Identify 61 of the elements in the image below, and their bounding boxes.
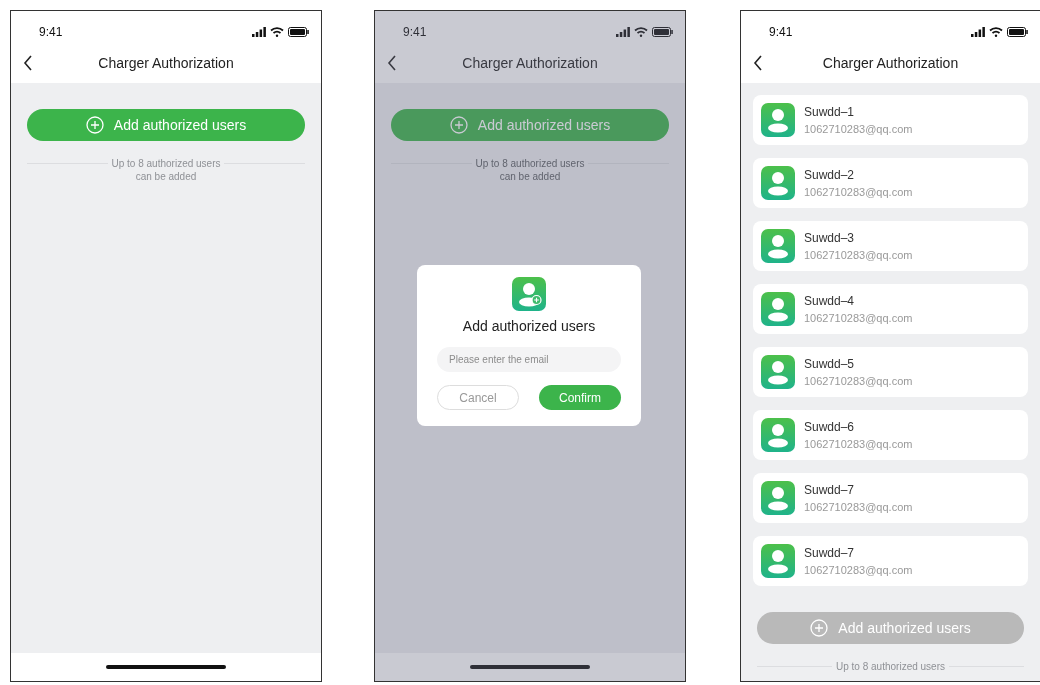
- add-user-icon: [512, 277, 546, 311]
- plus-circle-icon: [810, 619, 829, 637]
- user-email: 1062710283@qq.com: [804, 249, 913, 261]
- user-avatar-icon: [761, 103, 795, 137]
- user-name: Suwdd–7: [804, 546, 856, 560]
- battery-icon: [652, 27, 673, 37]
- user-card[interactable]: Suwdd–2 1062710283@qq.com: [753, 158, 1028, 208]
- back-icon[interactable]: [753, 55, 763, 71]
- battery-icon: [288, 27, 309, 37]
- status-time: 9:41: [403, 25, 427, 39]
- user-card[interactable]: Suwdd–4 1062710283@qq.com: [753, 284, 1028, 334]
- signal-icon: [971, 27, 985, 37]
- user-name: Suwdd–5: [804, 357, 856, 371]
- status-time: 9:41: [769, 25, 793, 39]
- user-avatar-icon: [761, 166, 795, 200]
- user-card[interactable]: Suwdd–6 1062710283@qq.com: [753, 410, 1028, 460]
- battery-icon: [1007, 27, 1028, 37]
- user-avatar-icon: [761, 355, 795, 389]
- wifi-icon: [989, 27, 1003, 37]
- dialog-title: Add authorized users: [462, 318, 596, 334]
- user-email: 1062710283@qq.com: [804, 186, 913, 198]
- hint-text: Up to 8 authorized users: [836, 660, 945, 673]
- user-avatar-icon: [761, 418, 795, 452]
- user-name: Suwdd–2: [804, 168, 856, 182]
- user-name: Suwdd–6: [804, 420, 856, 434]
- user-card[interactable]: Suwdd–7 1062710283@qq.com: [753, 473, 1028, 523]
- user-card[interactable]: Suwdd–5 1062710283@qq.com: [753, 347, 1028, 397]
- email-field[interactable]: Please enter the email: [437, 347, 621, 372]
- user-email: 1062710283@qq.com: [804, 312, 913, 324]
- plus-circle-icon: [449, 116, 468, 134]
- user-email: 1062710283@qq.com: [804, 564, 913, 576]
- user-avatar-icon: [761, 292, 795, 326]
- wifi-icon: [634, 27, 648, 37]
- status-time: 9:41: [39, 25, 63, 39]
- back-icon[interactable]: [23, 55, 33, 71]
- user-avatar-icon: [761, 481, 795, 515]
- page-title: Charger Authorization: [822, 55, 959, 71]
- user-email: 1062710283@qq.com: [804, 438, 913, 450]
- user-email: 1062710283@qq.com: [804, 501, 913, 513]
- hint-text: can be added: [499, 171, 561, 182]
- user-card[interactable]: Suwdd–3 1062710283@qq.com: [753, 221, 1028, 271]
- user-card[interactable]: Suwdd–7 1062710283@qq.com: [753, 536, 1028, 586]
- signal-icon: [252, 27, 266, 37]
- user-email: 1062710283@qq.com: [804, 375, 913, 387]
- user-name: Suwdd–4: [804, 294, 856, 308]
- user-avatar-icon: [761, 229, 795, 263]
- hint-text: can be added: [135, 171, 197, 182]
- hint-text: Up to 8 authorized users: [111, 157, 221, 170]
- page-title: Charger Authorization: [462, 55, 598, 71]
- back-icon[interactable]: [387, 55, 397, 71]
- user-name: Suwdd–1: [804, 105, 856, 119]
- plus-circle-icon: [85, 116, 104, 134]
- user-card[interactable]: Suwdd–1 1062710283@qq.com: [753, 95, 1028, 145]
- user-name: Suwdd–3: [804, 231, 856, 245]
- wifi-icon: [270, 27, 284, 37]
- page-title: Charger Authorization: [98, 55, 234, 71]
- user-avatar-icon: [761, 544, 795, 578]
- user-email: 1062710283@qq.com: [804, 123, 913, 135]
- user-name: Suwdd–7: [804, 483, 856, 497]
- hint-text: Up to 8 authorized users: [475, 157, 585, 170]
- signal-icon: [616, 27, 630, 37]
